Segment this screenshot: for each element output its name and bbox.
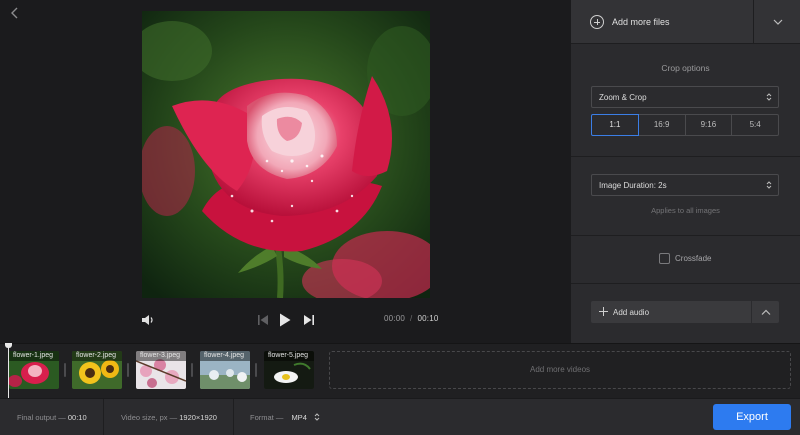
timeline-clip[interactable]: flower-4.jpeg: [200, 351, 250, 389]
rose-preview-image: [142, 11, 430, 298]
final-output-label: Final output —: [17, 413, 66, 422]
skip-next-button[interactable]: [302, 313, 316, 327]
back-button[interactable]: [6, 4, 24, 22]
ratio-1-1[interactable]: 1:1: [591, 114, 639, 136]
final-output-info: Final output — 00:10: [17, 399, 87, 435]
add-files-label: Add more files: [612, 17, 670, 27]
clip-name: flower-3.jpeg: [136, 351, 186, 361]
duration-section: Image Duration: 2s Applies to all images: [571, 157, 800, 236]
clip-divider: [64, 363, 66, 377]
format-label: Format —: [250, 413, 284, 422]
skip-next-icon: [304, 315, 314, 325]
video-preview-frame: [142, 11, 430, 298]
ratio-5-4[interactable]: 5:4: [731, 114, 779, 136]
crossfade-label: Crossfade: [675, 254, 712, 263]
playhead-handle[interactable]: [5, 343, 12, 348]
select-arrows-icon: [314, 413, 320, 421]
plus-icon: [599, 306, 609, 316]
add-files-dropdown-button[interactable]: [753, 0, 800, 44]
crop-options-title: Crop options: [661, 63, 710, 73]
export-button[interactable]: Export: [713, 404, 791, 430]
format-select[interactable]: Format — MP4: [250, 399, 320, 435]
chevron-up-icon: [761, 309, 771, 315]
plus-circle-icon: [590, 15, 604, 29]
add-more-files-button[interactable]: Add more files: [571, 0, 753, 44]
chevron-left-icon: [11, 7, 18, 19]
play-icon: [280, 313, 291, 327]
clip-name: flower-5.jpeg: [264, 351, 314, 361]
timeline-clip[interactable]: flower-2.jpeg: [72, 351, 122, 389]
current-time: 00:00: [384, 314, 406, 323]
video-size-value: 1920×1920: [179, 413, 217, 422]
final-output-value: 00:10: [67, 413, 87, 422]
total-time: 00:10: [417, 314, 439, 323]
add-audio-label: Add audio: [613, 308, 650, 317]
crop-mode-select[interactable]: Zoom & Crop: [591, 86, 779, 108]
video-size-label: Video size, px —: [121, 413, 178, 422]
clip-divider: [191, 363, 193, 377]
volume-icon: [142, 315, 153, 325]
add-more-videos-dropzone[interactable]: Add more videos: [329, 351, 791, 389]
audio-collapse-button[interactable]: [752, 301, 779, 323]
crossfade-section: Crossfade: [571, 236, 800, 284]
player-controls: 00:00 / 00:10: [0, 305, 571, 335]
checkbox-box: [659, 253, 670, 264]
timeline-clip[interactable]: flower-1.jpeg: [9, 351, 59, 389]
timeline: flower-1.jpeg flower-2.jpeg flower-3.jpe…: [0, 343, 800, 399]
duration-note: Applies to all images: [651, 206, 720, 215]
skip-previous-icon: [258, 315, 268, 325]
volume-button[interactable]: [140, 312, 156, 328]
clip-name: flower-2.jpeg: [72, 351, 122, 361]
add-audio-button[interactable]: Add audio: [591, 301, 751, 323]
image-duration-select[interactable]: Image Duration: 2s: [591, 174, 779, 196]
select-arrows-icon: [766, 93, 772, 101]
format-value: MP4: [291, 413, 307, 422]
skip-previous-button[interactable]: [256, 313, 270, 327]
crop-mode-value: Zoom & Crop: [599, 93, 647, 102]
time-separator: /: [410, 314, 413, 323]
clip-divider: [127, 363, 129, 377]
select-arrows-icon: [766, 181, 772, 189]
chevron-down-icon: [773, 19, 783, 25]
playback-time: 00:00 / 00:10: [384, 314, 439, 323]
divider: [103, 399, 104, 435]
timeline-clip[interactable]: flower-5.jpeg: [264, 351, 314, 389]
crop-options-section: Crop options Zoom & Crop 1:1 16:9 9:16 5…: [571, 44, 800, 157]
add-files-bar: Add more files: [571, 0, 800, 44]
clip-name: flower-4.jpeg: [200, 351, 250, 361]
play-button[interactable]: [278, 312, 292, 328]
settings-panel: Add more files Crop options Zoom & Crop …: [571, 0, 800, 343]
clip-divider: [255, 363, 257, 377]
video-size-info: Video size, px — 1920×1920: [121, 399, 217, 435]
bottom-bar: Final output — 00:10 Video size, px — 19…: [0, 398, 800, 435]
ratio-9-16[interactable]: 9:16: [684, 114, 733, 136]
preview-area: 00:00 / 00:10: [0, 0, 571, 343]
divider: [233, 399, 234, 435]
timeline-clip[interactable]: flower-3.jpeg: [136, 351, 186, 389]
aspect-ratio-group: 1:1 16:9 9:16 5:4: [591, 114, 779, 136]
clip-name: flower-1.jpeg: [9, 351, 59, 361]
image-duration-value: Image Duration: 2s: [599, 181, 667, 190]
ratio-16-9[interactable]: 16:9: [637, 114, 686, 136]
